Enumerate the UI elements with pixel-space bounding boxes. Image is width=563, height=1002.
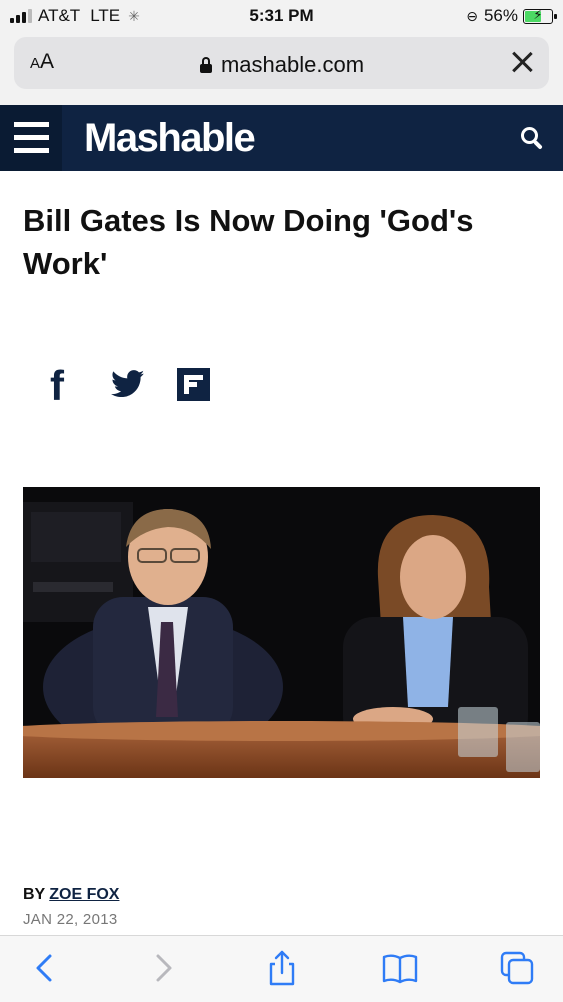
browser-toolbar bbox=[0, 935, 563, 1002]
status-right: ⊖ 56% ⚡ bbox=[466, 6, 557, 26]
charging-bolt-icon: ⚡ bbox=[533, 6, 543, 22]
address-bar[interactable]: AA mashable.com bbox=[14, 37, 549, 89]
bookmarks-icon[interactable] bbox=[380, 948, 420, 988]
author-link[interactable]: ZOE FOX bbox=[49, 886, 119, 903]
orientation-lock-icon: ⊖ bbox=[466, 7, 478, 24]
hero-illustration bbox=[23, 487, 540, 778]
article-hero-image bbox=[23, 487, 540, 778]
battery-percent-label: 56% bbox=[483, 6, 518, 25]
close-icon[interactable] bbox=[509, 49, 535, 75]
flipboard-icon[interactable] bbox=[177, 368, 210, 401]
browser-address-area: AA mashable.com bbox=[0, 32, 563, 105]
url-text: mashable.com bbox=[220, 52, 365, 77]
byline-prefix: BY bbox=[23, 886, 46, 903]
url-display[interactable]: mashable.com bbox=[14, 52, 549, 78]
tabs-icon[interactable] bbox=[497, 948, 537, 988]
byline: BY ZOE FOX bbox=[23, 886, 119, 904]
article-headline: Bill Gates Is Now Doing 'God's Work' bbox=[23, 203, 474, 281]
site-logo[interactable]: Mashable bbox=[84, 116, 256, 161]
back-icon[interactable] bbox=[26, 948, 66, 988]
twitter-icon[interactable] bbox=[111, 370, 145, 403]
status-bar: AT&T LTE ✳ 5:31 PM ⊖ 56% ⚡ bbox=[0, 0, 563, 32]
search-icon[interactable] bbox=[521, 127, 547, 153]
publish-date: JAN 22, 2013 bbox=[23, 911, 118, 928]
share-icon[interactable] bbox=[262, 948, 302, 988]
battery-icon: ⚡ bbox=[523, 6, 557, 24]
hamburger-menu-icon[interactable] bbox=[0, 105, 62, 171]
facebook-icon[interactable]: f bbox=[50, 365, 72, 407]
site-header: Mashable bbox=[0, 105, 563, 171]
forward-icon[interactable] bbox=[142, 948, 182, 988]
lock-icon bbox=[199, 57, 213, 73]
